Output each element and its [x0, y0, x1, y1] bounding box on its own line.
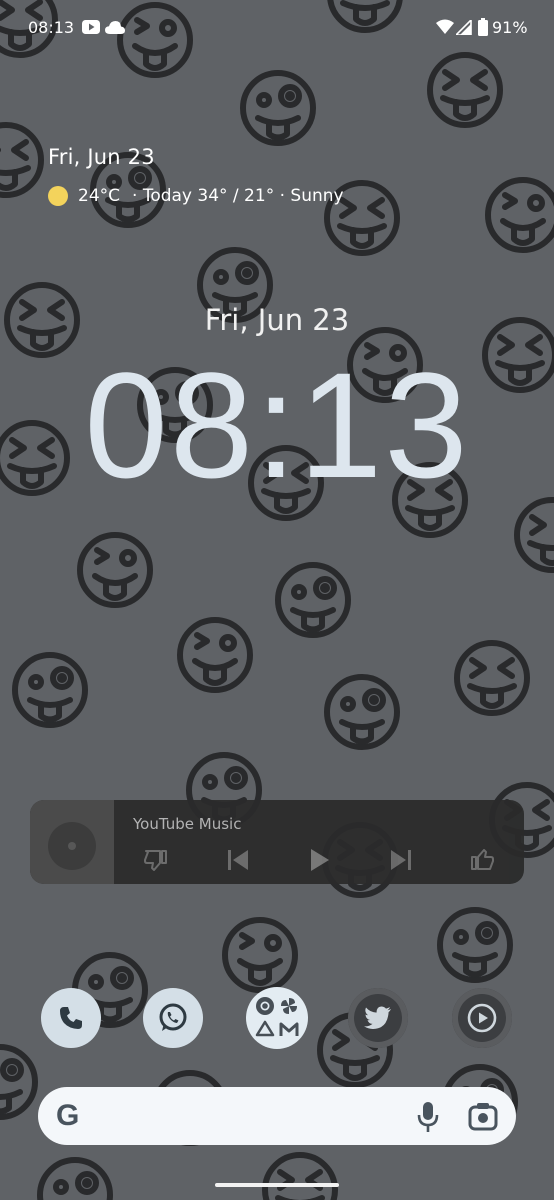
disc-icon [48, 822, 96, 870]
glance-date[interactable]: Fri, Jun 23 [48, 145, 155, 169]
clock-date: Fri, Jun 23 [204, 303, 350, 337]
youtube-music-app[interactable] [452, 988, 512, 1048]
previous-icon[interactable] [223, 845, 253, 875]
mic-icon[interactable] [416, 1101, 440, 1133]
clock-time: 08:13 [84, 341, 470, 509]
chrome-icon [256, 997, 274, 1015]
cloud-icon [105, 21, 125, 34]
twitter-app[interactable] [348, 988, 408, 1048]
weather-row[interactable]: 24°C · Today 34° / 21° · Sunny [48, 183, 344, 209]
youtube-icon [82, 20, 100, 34]
wifi-icon [436, 19, 454, 34]
thumbs-down-icon[interactable] [141, 845, 171, 875]
battery-percent: 91% [492, 18, 528, 37]
twitter-icon [364, 1006, 391, 1030]
google-logo: G [56, 1099, 80, 1132]
google-search-bar[interactable]: G [38, 1087, 516, 1145]
next-icon[interactable] [386, 845, 416, 875]
pinwheel-icon [281, 998, 297, 1014]
battery-icon [478, 18, 488, 36]
status-time: 08:13 [28, 18, 75, 37]
gmail-icon [279, 1022, 299, 1036]
phone-app[interactable] [41, 988, 101, 1048]
youtube-music-icon [467, 1003, 497, 1033]
album-art [30, 800, 114, 884]
media-app-name: YouTube Music [133, 815, 242, 833]
thumbs-up-icon[interactable] [467, 845, 497, 875]
phone-icon [60, 1007, 82, 1029]
whatsapp-icon [159, 1003, 187, 1031]
weather-temperature: 24°C [78, 186, 121, 206]
sun-icon [48, 186, 68, 206]
media-player-card[interactable]: YouTube Music [30, 800, 524, 884]
home-gesture-handle[interactable] [215, 1183, 339, 1187]
drive-icon [255, 1020, 275, 1037]
app-folder[interactable] [246, 987, 308, 1049]
whatsapp-app[interactable] [143, 988, 203, 1048]
play-icon[interactable] [305, 845, 335, 875]
lens-icon[interactable] [468, 1101, 498, 1131]
signal-icon [456, 20, 472, 35]
weather-forecast: · Today 34° / 21° · Sunny [132, 186, 344, 206]
status-bar: 08:13 91% [0, 0, 554, 56]
